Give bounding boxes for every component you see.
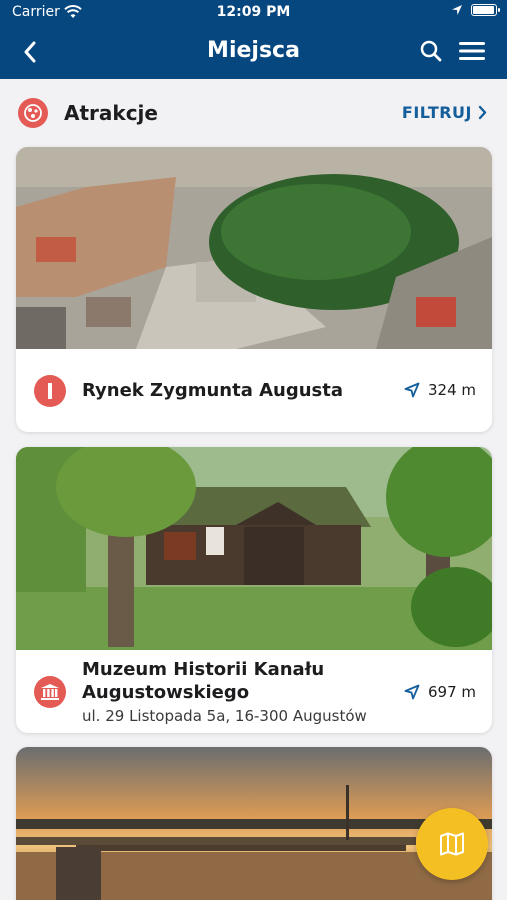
place-photo [16, 447, 492, 650]
place-distance: 697 m [404, 683, 476, 701]
place-distance: 324 m [404, 381, 476, 399]
place-name-line1: Muzeum Historii Kanału [82, 659, 325, 680]
attractions-icon [18, 98, 48, 128]
navigation-arrow-icon [404, 684, 420, 700]
search-button[interactable] [419, 39, 443, 67]
status-time: 12:09 PM [216, 4, 291, 20]
filter-label: FILTRUJ [401, 103, 472, 122]
place-name-line2: Augustowskiego [82, 682, 250, 703]
location-arrow-icon [452, 5, 462, 15]
place-name: Rynek Zygmunta Augusta [82, 380, 344, 401]
section-header: Atrakcje FILTRUJ [0, 79, 507, 147]
place-card[interactable]: Muzeum Historii Kanału Augustowskiego ul… [16, 447, 492, 733]
info-icon [34, 375, 66, 407]
filter-button[interactable]: FILTRUJ [402, 103, 487, 122]
menu-button[interactable] [459, 40, 485, 66]
hamburger-menu-icon [459, 42, 485, 60]
map-icon [440, 832, 464, 856]
section-title: Atrakcje [64, 101, 158, 125]
place-card[interactable]: Rynek Zygmunta Augusta 324 m [16, 147, 492, 432]
place-card[interactable] [16, 747, 492, 900]
place-address: ul. 29 Listopada 5a, 16-300 Augustów [82, 707, 367, 725]
top-bar: Carrier 12:09 PM Miejsca [0, 0, 507, 79]
place-photo [16, 147, 492, 349]
navigation-arrow-icon [404, 382, 420, 398]
search-icon [420, 40, 442, 62]
place-photo [16, 747, 492, 900]
status-bar: Carrier 12:09 PM [0, 0, 507, 26]
battery-icon [471, 4, 500, 16]
nav-bar: Miejsca [0, 26, 507, 79]
chevron-right-icon [478, 105, 487, 120]
museum-icon [34, 676, 66, 708]
map-button[interactable] [416, 808, 488, 880]
